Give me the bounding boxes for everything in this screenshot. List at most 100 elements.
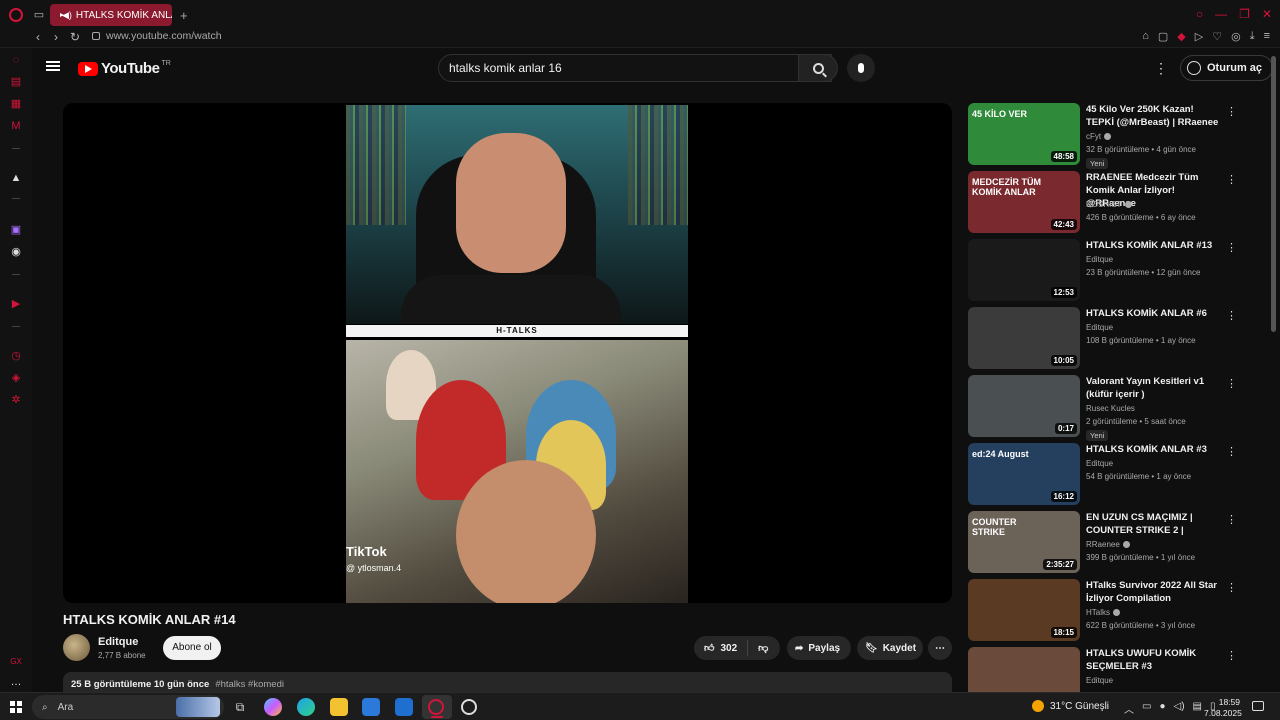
channel-avatar[interactable]: [63, 634, 90, 661]
copilot-icon[interactable]: [264, 698, 282, 716]
menu-icon[interactable]: ≡: [1264, 30, 1270, 43]
voice-search-button[interactable]: [847, 54, 875, 82]
recommendation-item[interactable]: HTALKS UWUFU KOMİK SEÇMELER #3 Editque ⋮: [968, 647, 1258, 692]
player-sidebar-icon[interactable]: ▶: [10, 298, 22, 310]
new-tab-button[interactable]: +: [180, 8, 188, 23]
recommendation-thumbnail[interactable]: 18:15: [968, 579, 1080, 641]
search-tabs-icon[interactable]: ○: [1196, 7, 1203, 21]
task-view-icon[interactable]: ⧉: [231, 698, 249, 716]
recommendation-menu-icon[interactable]: ⋮: [1226, 105, 1237, 118]
recommendation-title[interactable]: HTALKS UWUFU KOMİK SEÇMELER #3: [1086, 647, 1221, 673]
recommendation-menu-icon[interactable]: ⋮: [1226, 445, 1237, 458]
aria-ai-icon[interactable]: ▲: [10, 172, 22, 184]
recommendation-thumbnail[interactable]: [968, 647, 1080, 692]
share-button[interactable]: ➦ Paylaş: [787, 636, 851, 660]
recommendation-channel[interactable]: Rusec Kucles: [1086, 404, 1135, 413]
channel-name[interactable]: Editque: [98, 636, 138, 648]
gx-icon[interactable]: GX: [10, 656, 22, 668]
sign-in-button[interactable]: Oturum aç: [1180, 55, 1274, 81]
guide-menu-icon[interactable]: [46, 61, 60, 71]
recommendation-item[interactable]: 45 KİLO VER 48:58 45 Kilo Ver 250K Kazan! …: [968, 103, 1258, 169]
youtube-logo[interactable]: YouTube TR: [78, 60, 171, 77]
recommendation-menu-icon[interactable]: ⋮: [1226, 309, 1237, 322]
recommendation-menu-icon[interactable]: ⋮: [1226, 173, 1237, 186]
maximize-button[interactable]: ❐: [1239, 7, 1250, 21]
recommendation-item[interactable]: 0:17 Valorant Yayın Kesitleri v1 (küfür i…: [968, 375, 1258, 441]
settings-icon[interactable]: ✲: [10, 394, 22, 406]
recommendation-title[interactable]: HTALKS KOMİK ANLAR #3: [1086, 443, 1221, 456]
settings-kebab-icon[interactable]: ⋮: [1154, 60, 1168, 77]
recommendation-menu-icon[interactable]: ⋮: [1226, 377, 1237, 390]
network-icon[interactable]: ▤: [1193, 701, 1202, 716]
recommendation-thumbnail[interactable]: ed:24 August 16:12: [968, 443, 1080, 505]
page-scrollbar[interactable]: [1271, 56, 1276, 332]
chevron-up-icon[interactable]: ︿: [1124, 701, 1134, 716]
discord-icon[interactable]: ◉: [10, 246, 22, 258]
opera-logo-icon[interactable]: [9, 8, 23, 22]
taskbar-clock[interactable]: 18:59 7.08.2025: [1204, 697, 1242, 719]
recommendation-item[interactable]: MEDCEZİR TÜM KOMİK ANLAR 42:43 RRAENEE Med…: [968, 171, 1258, 235]
recommendation-menu-icon[interactable]: ⋮: [1226, 513, 1237, 526]
recommendation-channel[interactable]: Editque: [1086, 323, 1113, 332]
recommendation-channel[interactable]: Editque: [1086, 676, 1113, 685]
recommendation-thumbnail[interactable]: MEDCEZİR TÜM KOMİK ANLAR 42:43: [968, 171, 1080, 233]
save-button[interactable]: 🔖︎ Kaydet: [857, 636, 923, 660]
recommendation-thumbnail[interactable]: 10:05: [968, 307, 1080, 369]
video-player[interactable]: H-TALKS TikTok @ ytlosman.4: [63, 103, 952, 603]
recommendation-item[interactable]: ed:24 August 16:12 HTALKS KOMİK ANLAR #3 Ed…: [968, 443, 1258, 507]
back-button[interactable]: ‹: [36, 30, 40, 44]
recommendation-thumbnail[interactable]: 0:17: [968, 375, 1080, 437]
recommendation-title[interactable]: HTALKS KOMİK ANLAR #13: [1086, 239, 1221, 252]
recommendation-title[interactable]: 45 Kilo Ver 250K Kazan! TEPKİ (@MrBeast)…: [1086, 103, 1221, 129]
recommendation-menu-icon[interactable]: ⋮: [1226, 581, 1237, 594]
address-bar[interactable]: www.youtube.com/watch: [92, 30, 222, 42]
recommendation-channel[interactable]: ROSHIST: [1086, 200, 1132, 209]
recommendation-title[interactable]: HTALKS KOMİK ANLAR #6: [1086, 307, 1221, 320]
history-icon[interactable]: ◷: [10, 350, 22, 362]
snapshot-icon[interactable]: ▢: [1158, 30, 1168, 43]
subscribe-button[interactable]: Abone ol: [163, 636, 221, 660]
forward-button[interactable]: ›: [54, 30, 58, 44]
profile-icon[interactable]: ◎: [1231, 30, 1241, 43]
description-box[interactable]: 25 B görüntüleme 10 gün önce #htalks #ko…: [63, 672, 952, 692]
more-sidebar-icon[interactable]: …: [10, 676, 22, 688]
news-icon[interactable]: ▦: [10, 98, 22, 110]
twitch-icon[interactable]: ▣: [10, 224, 22, 236]
notification-icon[interactable]: [1252, 701, 1264, 711]
file-explorer-icon[interactable]: [330, 698, 348, 716]
reload-button[interactable]: ↻: [70, 30, 80, 44]
recommendation-channel[interactable]: Editque: [1086, 255, 1113, 264]
recommendation-title[interactable]: EN UZUN CS MAÇIMIZ | COUNTER STRIKE 2 |: [1086, 511, 1221, 537]
more-actions-button[interactable]: ⋯: [928, 636, 952, 660]
aria-icon[interactable]: ◌: [10, 54, 22, 66]
pin-icon[interactable]: ⌂: [1142, 30, 1149, 43]
windows-start-icon[interactable]: [10, 701, 22, 713]
search-button[interactable]: [798, 54, 838, 82]
edge-icon[interactable]: [297, 698, 315, 716]
like-button[interactable]: 👍︎ 302: [694, 636, 747, 660]
recommendation-channel[interactable]: RRaenee: [1086, 540, 1130, 549]
vpn-shield-icon[interactable]: ◆: [1177, 30, 1185, 43]
hashtags[interactable]: #htalks #komedi: [215, 679, 284, 690]
search-input[interactable]: htalks komik anlar 16 ✕: [438, 54, 832, 82]
chrome-like-icon[interactable]: [461, 699, 477, 715]
recommendation-menu-icon[interactable]: ⋮: [1226, 241, 1237, 254]
mail-icon[interactable]: M: [10, 120, 22, 132]
minimize-button[interactable]: —: [1215, 7, 1227, 21]
recommendation-title[interactable]: HTalks Survivor 2022 All Star İzliyor Co…: [1086, 579, 1221, 605]
dislike-button[interactable]: 👎︎: [748, 636, 778, 660]
recommendation-thumbnail[interactable]: COUNTER STRIKE 2:35:27: [968, 511, 1080, 573]
weather-widget[interactable]: 31°C Güneşli: [1032, 700, 1109, 712]
display-icon[interactable]: ▭: [1142, 701, 1151, 716]
recommendation-item[interactable]: COUNTER STRIKE 2:35:27 EN UZUN CS MAÇIMIZ …: [968, 511, 1258, 575]
tab-islands-icon[interactable]: ▭: [32, 8, 46, 22]
mic-tray-icon[interactable]: ●: [1159, 701, 1165, 716]
volume-icon[interactable]: ◁): [1174, 701, 1185, 716]
recommendation-channel[interactable]: Editque: [1086, 459, 1113, 468]
download-icon[interactable]: ⤓: [1250, 30, 1255, 43]
outlook-icon[interactable]: [395, 698, 413, 716]
recommendation-channel[interactable]: cFyt: [1086, 132, 1112, 141]
recommendation-title[interactable]: Valorant Yayın Kesitleri v1 (küfür içeri…: [1086, 375, 1221, 401]
recommendation-item[interactable]: 12:53 HTALKS KOMİK ANLAR #13 Editque 23 B g…: [968, 239, 1258, 303]
messages-icon[interactable]: ◈: [10, 372, 22, 384]
